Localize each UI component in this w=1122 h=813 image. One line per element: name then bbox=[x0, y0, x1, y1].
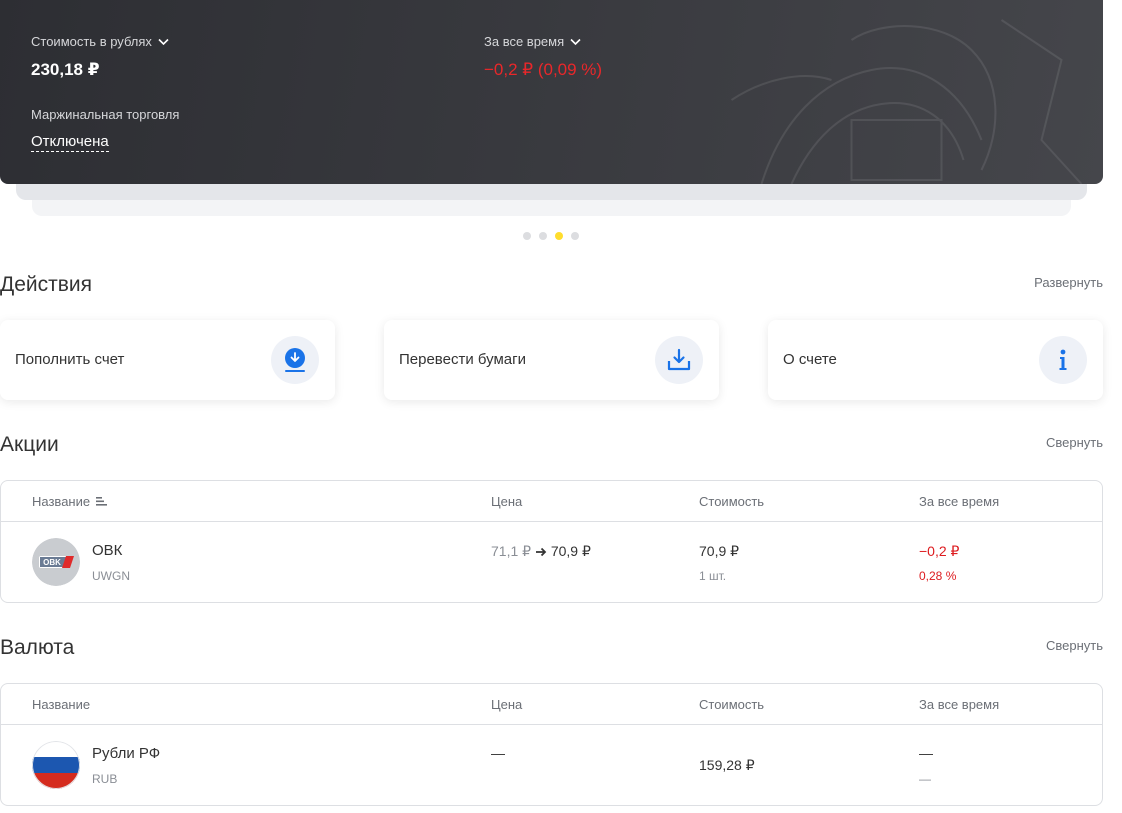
decorative-pattern-icon bbox=[730, 19, 1083, 184]
ovk-logo-text: OBK bbox=[43, 558, 61, 567]
table-row[interactable]: Рубли РФ RUB — 159,28 ₽ — — bbox=[1, 725, 1102, 805]
download-circle-icon bbox=[285, 348, 305, 372]
carousel-dot[interactable] bbox=[523, 232, 531, 240]
currency-ticker: RUB bbox=[92, 772, 118, 786]
russia-flag-icon bbox=[32, 741, 80, 789]
currency-price: — bbox=[491, 745, 505, 761]
chevron-down-icon bbox=[570, 38, 581, 45]
account-info-action-card[interactable]: О счете bbox=[768, 320, 1103, 400]
column-header-change[interactable]: За все время bbox=[919, 697, 999, 712]
deposit-icon-wrap bbox=[271, 336, 319, 384]
portfolio-value: 230,18 ₽ bbox=[31, 60, 100, 79]
tray-download-icon bbox=[667, 348, 691, 371]
currency-collapse-link[interactable]: Свернуть bbox=[1046, 638, 1103, 653]
column-header-price[interactable]: Цена bbox=[491, 697, 522, 712]
carousel-pagination bbox=[523, 232, 579, 240]
transfer-icon-wrap bbox=[655, 336, 703, 384]
stocks-collapse-link[interactable]: Свернуть bbox=[1046, 435, 1103, 450]
deposit-label: Пополнить счет bbox=[15, 351, 125, 368]
currency-value: 159,28 ₽ bbox=[699, 757, 755, 773]
period-selector[interactable]: За все время bbox=[484, 34, 581, 49]
chevron-down-icon bbox=[158, 38, 169, 45]
carousel-dot[interactable] bbox=[539, 232, 547, 240]
currency-change-abs: — bbox=[919, 745, 933, 761]
stock-quantity: 1 шт. bbox=[699, 569, 727, 583]
currency-table: Название Цена Стоимость За все время Руб… bbox=[0, 683, 1103, 806]
stock-name: ОВК bbox=[92, 542, 123, 559]
arrow-right-icon bbox=[535, 548, 547, 557]
value-currency-label: Стоимость в рублях bbox=[31, 34, 152, 49]
sort-by-name-header[interactable]: Название bbox=[32, 494, 108, 509]
stock-change-abs: −0,2 ₽ bbox=[919, 543, 960, 559]
currency-change-pct: — bbox=[919, 772, 931, 786]
info-icon-wrap bbox=[1039, 336, 1087, 384]
ovk-logo: OBK bbox=[32, 538, 80, 586]
column-header-change[interactable]: За все время bbox=[919, 494, 999, 509]
stocks-section-title: Акции bbox=[0, 433, 59, 456]
actions-expand-link[interactable]: Развернуть bbox=[1034, 275, 1103, 290]
period-label: За все время bbox=[484, 34, 565, 49]
currency-section-title: Валюта bbox=[0, 636, 75, 659]
sort-icon bbox=[96, 497, 108, 506]
price-from: 71,1 ₽ bbox=[491, 543, 532, 559]
table-row[interactable]: OBK ОВК UWGN 71,1 ₽ 70,9 ₽ 70,9 ₽ 1 шт. … bbox=[1, 522, 1102, 602]
margin-trading-status-link[interactable]: Отключена bbox=[31, 133, 109, 152]
currency-name: Рубли РФ bbox=[92, 745, 161, 762]
actions-section-title: Действия bbox=[0, 273, 93, 296]
value-currency-selector[interactable]: Стоимость в рублях bbox=[31, 34, 169, 49]
account-info-label: О счете bbox=[783, 351, 837, 368]
stock-ticker: UWGN bbox=[92, 569, 130, 583]
table-header: Название Цена Стоимость За все время bbox=[1, 481, 1102, 522]
margin-trading-label: Маржинальная торговля bbox=[31, 107, 180, 122]
stock-value: 70,9 ₽ bbox=[699, 543, 740, 559]
deposit-action-card[interactable]: Пополнить счет bbox=[0, 320, 335, 400]
info-icon bbox=[1059, 349, 1067, 370]
carousel-dot[interactable] bbox=[571, 232, 579, 240]
column-header-price[interactable]: Цена bbox=[491, 494, 522, 509]
column-header-name: Название bbox=[32, 494, 91, 509]
portfolio-summary-card: Стоимость в рублях 230,18 ₽ За все время… bbox=[0, 0, 1103, 184]
column-header-name[interactable]: Название bbox=[32, 697, 90, 712]
price-to: 70,9 ₽ bbox=[550, 543, 591, 559]
stock-price: 71,1 ₽ 70,9 ₽ bbox=[491, 543, 591, 560]
column-header-value[interactable]: Стоимость bbox=[699, 494, 764, 509]
period-change: −0,2 ₽ (0,09 %) bbox=[484, 60, 603, 79]
carousel-dot-active[interactable] bbox=[555, 232, 563, 240]
column-header-value[interactable]: Стоимость bbox=[699, 697, 764, 712]
transfer-securities-label: Перевести бумаги bbox=[399, 351, 526, 368]
stocks-table: Название Цена Стоимость За все время OBK… bbox=[0, 480, 1103, 603]
table-header: Название Цена Стоимость За все время bbox=[1, 684, 1102, 725]
stock-change-pct: 0,28 % bbox=[919, 569, 957, 583]
transfer-securities-action-card[interactable]: Перевести бумаги bbox=[384, 320, 719, 400]
